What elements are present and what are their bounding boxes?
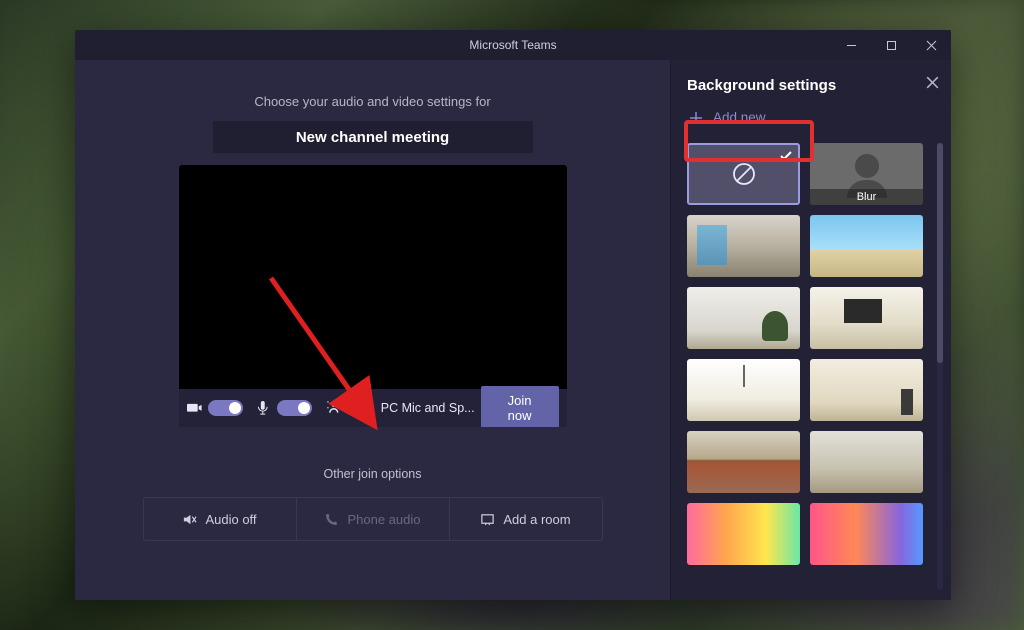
maximize-icon [886,40,897,51]
join-options: Audio off Phone audio Add a room [143,497,603,541]
window-controls [831,30,951,60]
add-new-label: Add new [713,110,766,125]
none-icon [731,161,757,187]
background-settings-pane: Background settings Add new [670,60,951,600]
room-icon [480,512,495,527]
close-button[interactable] [911,30,951,60]
mic-icon [255,400,271,416]
app-window: Microsoft Teams Choose your audio and vi… [75,30,951,600]
maximize-button[interactable] [871,30,911,60]
meeting-title[interactable]: New channel meeting [213,121,533,153]
bg-tile-image[interactable] [687,287,800,349]
background-grid: Blur [687,143,933,565]
gear-icon[interactable] [355,400,371,416]
bg-tile-image[interactable] [687,431,800,493]
main-pane: Choose your audio and video settings for… [75,60,670,600]
add-new-button[interactable]: Add new [687,104,939,133]
video-preview: PC Mic and Sp... Join now [179,165,567,427]
settings-prompt: Choose your audio and video settings for [254,94,490,109]
bg-tile-image[interactable] [810,431,923,493]
phone-icon [324,512,339,527]
bg-tile-image[interactable] [810,359,923,421]
title-bar: Microsoft Teams [75,30,951,60]
close-panel-button[interactable] [926,76,939,94]
audio-device-label[interactable]: PC Mic and Sp... [381,401,475,415]
join-now-button[interactable]: Join now [481,386,559,427]
close-icon [926,76,939,89]
audio-off-option[interactable]: Audio off [144,498,297,540]
minimize-icon [846,40,857,51]
minimize-button[interactable] [831,30,871,60]
scrollbar[interactable] [937,143,943,590]
background-grid-wrap: Blur [687,143,939,590]
audio-off-label: Audio off [205,512,256,527]
check-icon [779,149,793,168]
bg-tile-image[interactable] [810,287,923,349]
blur-label: Blur [810,189,923,205]
mic-toggle[interactable] [277,400,312,416]
phone-audio-option: Phone audio [297,498,450,540]
bg-tile-blur[interactable]: Blur [810,143,923,205]
side-title: Background settings [687,77,836,94]
bg-tile-image[interactable] [810,503,923,565]
other-options-label: Other join options [324,467,422,481]
add-room-option[interactable]: Add a room [450,498,602,540]
video-toolbar: PC Mic and Sp... Join now [179,389,567,427]
scrollbar-thumb[interactable] [937,143,943,363]
camera-toggle[interactable] [208,400,243,416]
plus-icon [689,111,703,125]
close-icon [926,40,937,51]
window-title: Microsoft Teams [469,38,556,52]
camera-icon [187,400,203,416]
bg-tile-image[interactable] [687,215,800,277]
phone-audio-label: Phone audio [347,512,420,527]
content-area: Choose your audio and video settings for… [75,60,951,600]
speaker-off-icon [182,512,197,527]
bg-tile-none[interactable] [687,143,800,205]
bg-tile-image[interactable] [687,359,800,421]
side-header: Background settings [687,76,939,94]
bg-tile-image[interactable] [810,215,923,277]
background-effects-icon[interactable] [326,400,342,416]
background-scroll[interactable]: Blur [687,143,939,590]
bg-tile-image[interactable] [687,503,800,565]
avatar-icon [855,154,879,178]
add-room-label: Add a room [503,512,570,527]
